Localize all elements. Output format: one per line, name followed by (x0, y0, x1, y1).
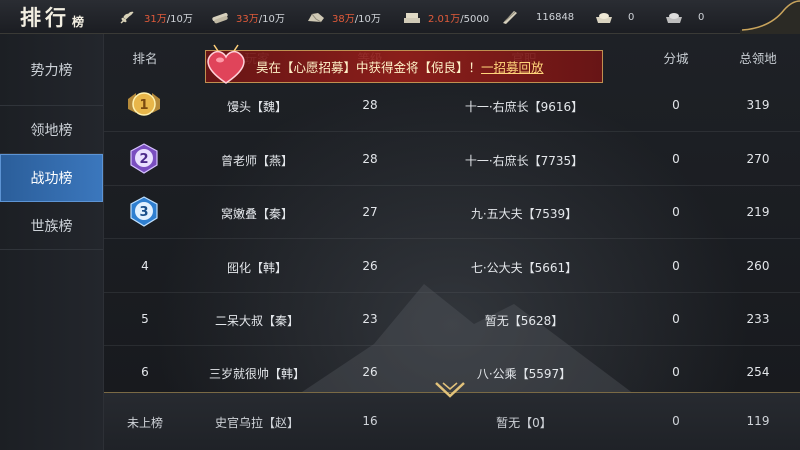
self-rank: 未上榜 (126, 416, 163, 430)
grain-icon (120, 11, 134, 24)
ranking-table: 排名 玩家 等级 官职 分城 总领地 1 馒头【魏】 28 十一·右庶长【961… (104, 34, 800, 450)
header-branch: 分城 (663, 51, 689, 66)
header-territory: 总领地 (739, 51, 777, 66)
stone-icon (308, 13, 324, 23)
top-bar: 排行 榜 31万/10万 33万/10万 38万/10万 2.01万/5000 (0, 0, 800, 34)
heart-gift-icon (207, 44, 245, 84)
resource-silver[interactable]: 0 (664, 0, 704, 34)
player-territory: 254 (746, 365, 770, 379)
player-territory: 219 (746, 205, 770, 219)
sidebar-item-power[interactable]: 势力榜 (0, 34, 103, 106)
page-title-main: 排行 (20, 4, 70, 30)
ranking-sidebar: 势力榜 领地榜 战功榜 世族榜 (0, 34, 104, 450)
self-level: 16 (362, 414, 378, 428)
rank-number: 5 (141, 312, 149, 326)
player-branch: 0 (672, 98, 680, 112)
resource-stone[interactable]: 38万/10万 (306, 0, 381, 34)
player-level: 23 (362, 312, 378, 326)
player-title: 十一·右庶长【7735】 (464, 154, 584, 168)
self-player-name: 史官乌拉【赵】 (214, 416, 299, 430)
player-level: 27 (362, 205, 378, 219)
sidebar-item-merit[interactable]: 战功榜 (0, 154, 103, 202)
iron-icon (404, 13, 420, 23)
grain-cap: /10万 (166, 13, 193, 25)
player-level: 28 (362, 152, 378, 166)
corner-ornament-icon (740, 0, 800, 34)
player-level: 26 (362, 259, 378, 273)
rank-number: 2 (139, 152, 148, 167)
resource-iron[interactable]: 2.01万/5000 (402, 0, 489, 34)
player-branch: 0 (672, 205, 680, 219)
player-name[interactable]: 三岁就很帅【韩】 (186, 365, 328, 382)
rank-number: 6 (141, 365, 149, 379)
page-title-sub: 榜 (72, 15, 89, 29)
player-name[interactable]: 馒头【魏】 (186, 98, 328, 115)
player-branch: 0 (672, 365, 680, 379)
table-row[interactable]: 3 窝嫩叠【秦】 27 九·五大夫【7539】 0 219 (104, 186, 800, 239)
player-name[interactable]: 囮化【韩】 (186, 259, 328, 276)
rank-number: 3 (139, 205, 148, 220)
player-level: 26 (362, 365, 378, 379)
iron-value: 2.01万 (428, 13, 461, 25)
player-territory: 319 (746, 98, 770, 112)
player-territory: 233 (746, 312, 770, 326)
table-row[interactable]: 2 曾老师【燕】 28 十一·右庶长【7735】 0 270 (104, 133, 800, 186)
player-branch: 0 (672, 259, 680, 273)
recruit-replay-link[interactable]: 一招募回放 (481, 57, 544, 76)
gold-icon (596, 13, 612, 23)
recruit-announcement-banner[interactable]: 昊在【心愿招募】中获得金将【倪良】！ 一招募回放 (205, 44, 603, 84)
blue-medal-icon: 3 (130, 196, 158, 227)
decree-value: 116848 (536, 11, 575, 23)
player-title: 九·五大夫【7539】 (470, 207, 578, 221)
wood-value: 33万 (236, 13, 259, 25)
table-row[interactable]: 5 二呆大叔【秦】 23 暂无【5628】 0 233 (104, 293, 800, 346)
player-name[interactable]: 窝嫩叠【秦】 (186, 205, 328, 222)
player-territory: 260 (746, 259, 770, 273)
wood-cap: /10万 (258, 13, 285, 25)
resource-grain[interactable]: 31万/10万 (118, 0, 193, 34)
player-name[interactable]: 曾老师【燕】 (186, 152, 328, 169)
player-level: 28 (362, 98, 378, 112)
self-title: 暂无【0】 (496, 416, 552, 430)
iron-cap: /5000 (460, 13, 490, 25)
header-rank: 排名 (132, 51, 158, 66)
self-rank-row[interactable]: 未上榜 史官乌拉【赵】 16 暂无【0】 0 119 (104, 392, 800, 450)
sidebar-item-clan[interactable]: 世族榜 (0, 202, 103, 250)
player-title: 暂无【5628】 (484, 314, 564, 328)
player-title: 七·公大夫【5661】 (470, 261, 578, 275)
decree-icon (503, 11, 517, 24)
player-name[interactable]: 二呆大叔【秦】 (186, 312, 328, 329)
player-territory: 270 (746, 152, 770, 166)
rank-number: 4 (141, 259, 149, 273)
banner-text: 昊在【心愿招募】中获得金将【倪良】！ (256, 60, 482, 75)
scroll-down-chevron-icon[interactable] (434, 380, 466, 400)
silver-icon (666, 13, 682, 23)
resource-wood[interactable]: 33万/10万 (210, 0, 285, 34)
player-title: 十一·右庶长【9616】 (464, 100, 584, 114)
wood-icon (212, 12, 228, 24)
sidebar-item-territory[interactable]: 领地榜 (0, 106, 103, 154)
table-row[interactable]: 4 囮化【韩】 26 七·公大夫【5661】 0 260 (104, 240, 800, 293)
player-branch: 0 (672, 152, 680, 166)
stone-value: 38万 (332, 13, 355, 25)
self-branch: 0 (672, 414, 680, 428)
self-territory: 119 (746, 414, 770, 428)
resource-gold[interactable]: 0 (594, 0, 634, 34)
stone-cap: /10万 (354, 13, 381, 25)
resource-decree[interactable]: 116848 (500, 0, 574, 34)
page-title: 排行 榜 (0, 0, 104, 34)
purple-medal-icon: 2 (130, 143, 158, 174)
player-branch: 0 (672, 312, 680, 326)
gold-value: 0 (628, 11, 635, 23)
rank-number: 1 (139, 98, 148, 113)
silver-value: 0 (698, 11, 705, 23)
gold-medal-icon: 1 (128, 92, 160, 116)
grain-value: 31万 (144, 13, 167, 25)
